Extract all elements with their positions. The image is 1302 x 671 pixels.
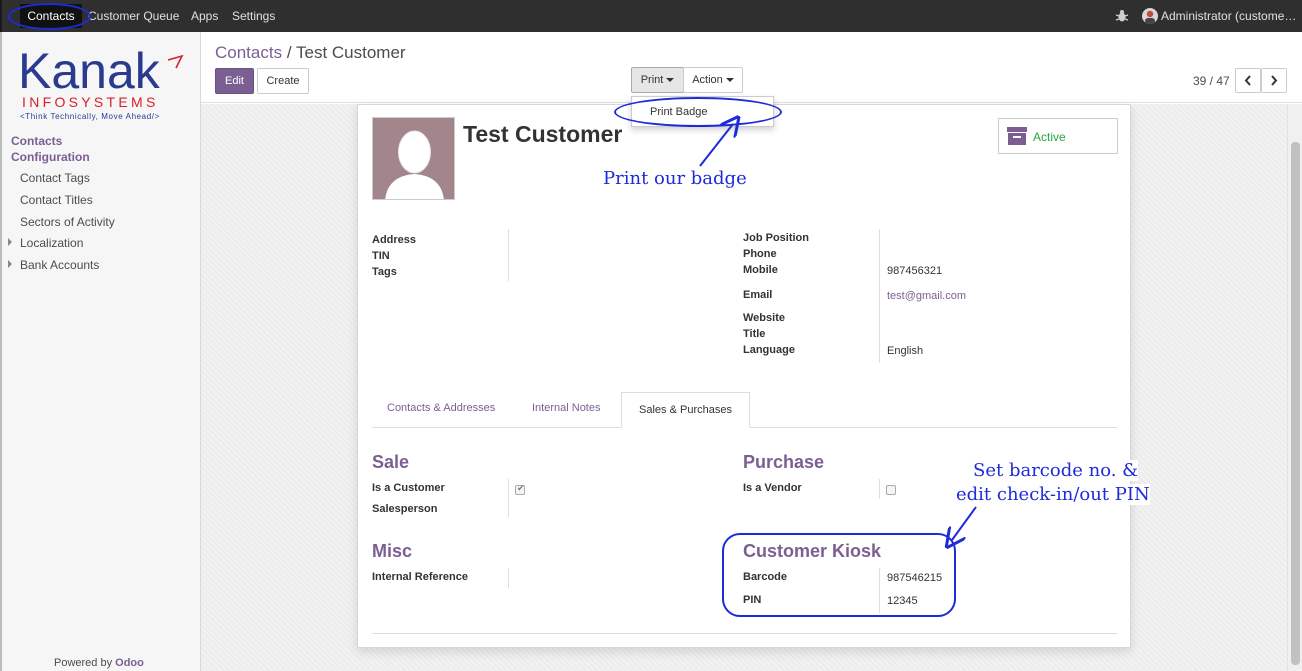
email-link[interactable]: test@gmail.com	[887, 290, 966, 302]
sidebar-section-configuration[interactable]: Configuration	[11, 150, 90, 164]
tab-internal-notes[interactable]: Internal Notes	[532, 402, 600, 414]
print-badge-menu-item[interactable]: Print Badge	[650, 106, 707, 118]
active-label: Active	[1033, 130, 1066, 144]
kiosk-annotation-line-2: edit check-in/out PIN	[956, 484, 1150, 505]
check-icon: ✔	[517, 483, 525, 493]
control-panel: Contacts / Test Customer Edit Create Pri…	[201, 32, 1302, 103]
caret-right-icon[interactable]	[8, 238, 12, 246]
job-position-label: Job Position	[743, 232, 809, 244]
field-divider	[508, 229, 509, 281]
breadcrumb-contacts[interactable]: Contacts	[215, 43, 282, 62]
language-value[interactable]: English	[887, 345, 923, 357]
powered-by: Powered by Odoo	[54, 657, 144, 669]
kiosk-highlight-box	[722, 533, 956, 617]
logo-main-text: Kanak	[18, 43, 161, 99]
internal-reference-label: Internal Reference	[372, 571, 468, 583]
field-divider	[879, 479, 880, 499]
sidebar-item-sectors[interactable]: Sectors of Activity	[20, 215, 115, 229]
breadcrumb-separator: /	[286, 43, 292, 62]
website-label: Website	[743, 312, 785, 324]
caret-right-icon[interactable]	[8, 260, 12, 268]
vertical-scrollbar[interactable]	[1287, 104, 1302, 671]
misc-section-title: Misc	[372, 541, 413, 561]
logo-sub-text: INFOSYSTEMS	[22, 94, 159, 110]
purchase-section-title: Purchase	[743, 452, 825, 472]
title-label: Title	[743, 328, 766, 340]
sidebar-item-bank-accounts[interactable]: Bank Accounts	[20, 258, 99, 272]
menu-contacts[interactable]: Contacts	[20, 4, 82, 28]
is-customer-label: Is a Customer	[372, 482, 445, 494]
bug-icon[interactable]	[1115, 9, 1129, 23]
print-dropdown-button[interactable]: Print	[631, 67, 684, 93]
contact-avatar[interactable]	[372, 117, 455, 200]
salesperson-label: Salesperson	[372, 503, 438, 515]
is-customer-checkbox[interactable]: ✔	[515, 483, 525, 495]
mobile-label: Mobile	[743, 264, 778, 276]
odoo-link[interactable]: Odoo	[115, 657, 144, 669]
archive-icon	[1007, 127, 1027, 145]
phone-label: Phone	[743, 248, 777, 260]
edit-button[interactable]: Edit	[215, 68, 254, 94]
kiosk-annotation-line-1: Set barcode no. &	[973, 460, 1139, 481]
user-menu[interactable]: Administrator (custome…	[1161, 9, 1296, 23]
email-label: Email	[743, 289, 773, 301]
company-logo: Kanak INFOSYSTEMS <Think Technically, Mo…	[18, 43, 184, 121]
sidebar: Kanak INFOSYSTEMS <Think Technically, Mo…	[0, 32, 201, 671]
language-label: Language	[743, 344, 795, 356]
menu-customer-queue[interactable]: Customer Queue	[88, 9, 179, 23]
is-vendor-label: Is a Vendor	[743, 482, 802, 494]
scrollbar-thumb[interactable]	[1291, 142, 1300, 665]
print-badge-annotation: Print our badge	[603, 168, 747, 189]
sheet-bottom-divider	[372, 633, 1117, 634]
user-avatar[interactable]	[1142, 8, 1158, 24]
sale-section-title: Sale	[372, 452, 410, 472]
tab-contacts-addresses[interactable]: Contacts & Addresses	[387, 402, 495, 414]
field-divider	[508, 479, 509, 517]
create-button[interactable]: Create	[257, 68, 309, 94]
sidebar-item-localization[interactable]: Localization	[20, 236, 83, 250]
sidebar-item-contact-titles[interactable]: Contact Titles	[20, 193, 93, 207]
breadcrumb-current: Test Customer	[295, 43, 406, 62]
top-navbar: Contacts Customer Queue Apps Settings Ad…	[0, 0, 1302, 32]
menu-settings[interactable]: Settings	[232, 9, 275, 23]
chevron-left-icon	[1244, 75, 1251, 86]
sidebar-item-contact-tags[interactable]: Contact Tags	[20, 171, 90, 185]
field-divider	[879, 229, 880, 363]
field-divider	[508, 568, 509, 588]
contact-name[interactable]: Test Customer	[463, 121, 622, 148]
is-vendor-checkbox[interactable]	[886, 485, 896, 495]
menu-apps[interactable]: Apps	[191, 9, 218, 23]
logo-tagline: <Think Technically, Move Ahead/>	[20, 112, 160, 121]
sidebar-section-contacts[interactable]: Contacts	[11, 134, 62, 148]
pager-next-button[interactable]	[1261, 68, 1287, 93]
action-dropdown-button[interactable]: Action	[683, 67, 743, 93]
caret-down-icon	[725, 78, 734, 83]
print-dropdown-menu: Print Badge	[631, 96, 774, 127]
caret-down-icon	[666, 78, 675, 83]
mobile-value[interactable]: 987456321	[887, 265, 942, 277]
pager-value: 39 / 47	[1193, 74, 1230, 88]
active-toggle-button[interactable]: Active	[998, 118, 1118, 154]
breadcrumb: Contacts / Test Customer	[215, 43, 406, 63]
pager-previous-button[interactable]	[1235, 68, 1261, 93]
address-label: Address	[372, 234, 417, 246]
tin-label: TIN	[372, 250, 390, 262]
tab-sales-purchases[interactable]: Sales & Purchases	[621, 392, 750, 428]
tags-label: Tags	[372, 266, 397, 278]
chevron-right-icon	[1271, 75, 1278, 86]
